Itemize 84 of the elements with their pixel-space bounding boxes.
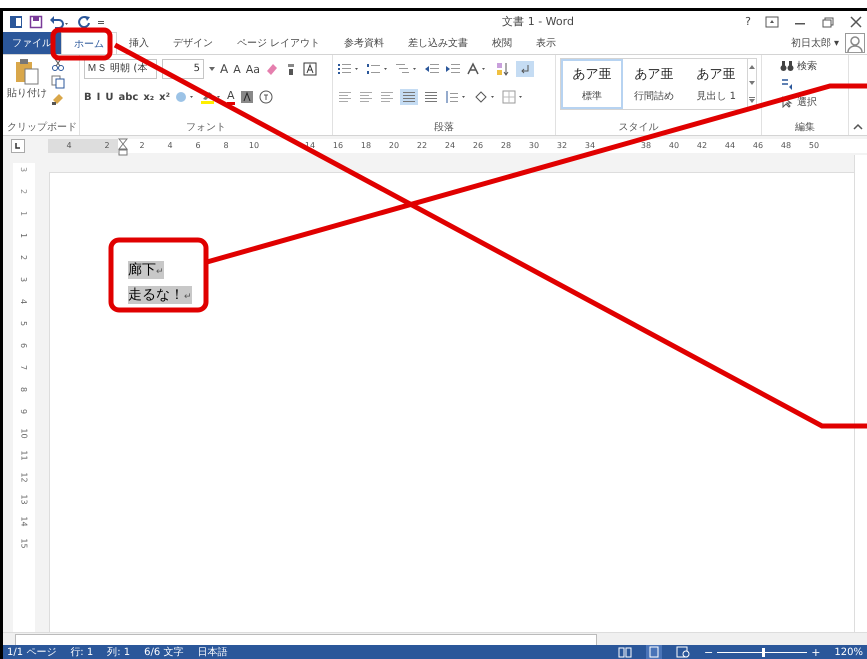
ribbon-tab[interactable]: ページ レイアウト	[225, 32, 332, 54]
collapse-ribbon-icon[interactable]	[853, 123, 864, 131]
tab-selector-icon[interactable]	[11, 138, 25, 152]
vertical-scrollbar[interactable]	[854, 155, 867, 632]
status-item[interactable]: 行: 1	[70, 645, 94, 659]
sort-icon[interactable]	[495, 62, 512, 76]
grow-font-button[interactable]: A	[220, 62, 228, 76]
shading-icon[interactable]	[240, 90, 254, 104]
paragraph-mark-icon[interactable]	[516, 61, 534, 77]
ribbon-tab[interactable]: 表示	[524, 32, 568, 54]
editing-button[interactable]: 選択	[797, 94, 818, 108]
group-label: クリップボード	[7, 120, 75, 135]
copy-icon[interactable]	[51, 75, 65, 89]
distributed-icon[interactable]	[423, 90, 440, 104]
undo-icon[interactable]	[49, 14, 71, 28]
group-label: スタイル	[618, 121, 660, 135]
restore-icon[interactable]	[821, 16, 835, 28]
ribbon-tab[interactable]: デザイン	[161, 32, 225, 54]
read-mode-icon[interactable]	[618, 646, 632, 658]
boxed-letter-icon[interactable]	[303, 62, 318, 76]
zoom-slider[interactable]: − +	[704, 646, 820, 658]
redo-icon[interactable]	[77, 14, 91, 28]
font-color-button[interactable]: A	[227, 90, 235, 104]
scroll-down-icon[interactable]	[749, 81, 756, 85]
ribbon-tab[interactable]: 挿入	[117, 32, 161, 54]
paste-button[interactable]: 貼り付け	[7, 58, 47, 120]
status-item[interactable]: 日本語	[197, 645, 228, 659]
group-label: 段落	[433, 120, 456, 135]
format-button[interactable]: B	[84, 92, 92, 102]
more-icon[interactable]	[749, 97, 756, 103]
document-text: 廊下↵	[128, 260, 164, 278]
status-item[interactable]: 1/1 ページ	[7, 645, 56, 659]
font-name-field[interactable]: ＭＳ 明朝 (本	[84, 59, 157, 79]
group-label: フォント	[185, 121, 228, 135]
zoom-level[interactable]: 120%	[834, 646, 863, 658]
zoom-thumb[interactable]	[762, 648, 766, 656]
shrink-font-button[interactable]: A	[233, 62, 241, 76]
word-icon[interactable]	[9, 14, 23, 28]
vertical-ruler: 3 2 1 1 2 3 4 5 6 7 8 9 10 11 12 13 14 15	[13, 163, 35, 632]
ribbon-tab[interactable]: 参考資料	[332, 32, 396, 54]
status-item[interactable]: 6/6 文字	[144, 645, 184, 659]
brush-icon[interactable]	[51, 92, 65, 106]
save-icon[interactable]	[29, 14, 43, 28]
binoculars-icon[interactable]	[780, 60, 794, 72]
eraser-icon[interactable]	[265, 62, 280, 76]
justify-icon[interactable]	[400, 89, 418, 105]
avatar-icon[interactable]	[845, 33, 865, 53]
indent-marker-icon[interactable]	[118, 138, 128, 156]
style-item[interactable]: あア亜 標準	[561, 59, 624, 109]
format-button[interactable]: x²	[159, 92, 170, 102]
caret-icon[interactable]	[209, 67, 215, 71]
close-icon[interactable]	[849, 16, 863, 28]
document-text: 走るな！↵	[128, 286, 192, 304]
ribbon-tab[interactable]: 校閲	[480, 32, 524, 54]
user-name[interactable]: 初日太郎 ▾	[790, 32, 845, 54]
format-button[interactable]: abc	[118, 92, 138, 102]
web-layout-icon[interactable]	[676, 646, 690, 658]
scissors-icon[interactable]	[51, 58, 65, 72]
gallery-scrollbar[interactable]	[748, 58, 758, 110]
group-label: 編集	[794, 121, 816, 135]
style-item[interactable]: あア亜 見出し 1	[685, 59, 748, 109]
ribbon-tab[interactable]: 差し込み文書	[396, 32, 480, 54]
replace-icon[interactable]	[780, 78, 794, 90]
highlighter-icon[interactable]	[200, 90, 222, 104]
pointer-icon[interactable]	[780, 96, 794, 108]
style-item[interactable]: あア亜 行間詰め	[623, 59, 686, 109]
font-size-field[interactable]: 5	[162, 59, 204, 79]
editing-button[interactable]: 検索	[797, 58, 818, 72]
status-item[interactable]: 列: 1	[107, 645, 130, 659]
ribbon-display-icon[interactable]	[765, 16, 779, 28]
highlight-frame	[50, 28, 112, 60]
print-layout-icon[interactable]	[646, 645, 662, 659]
change-case-button[interactable]: Aa	[246, 62, 260, 76]
enclosed-character-icon[interactable]	[258, 90, 273, 104]
help-button[interactable]: ?	[741, 15, 755, 28]
increase-indent-icon[interactable]	[445, 62, 462, 76]
format-button[interactable]: U	[105, 92, 114, 102]
decrease-indent-icon[interactable]	[424, 62, 440, 76]
format-button[interactable]: I	[96, 92, 100, 102]
clipboard-icon	[14, 58, 40, 86]
format-button[interactable]: x₂	[143, 92, 154, 102]
window-title: 文書 1 - Word	[501, 14, 575, 29]
horizontal-scrollbar[interactable]	[3, 632, 867, 645]
scroll-up-icon[interactable]	[749, 65, 756, 69]
